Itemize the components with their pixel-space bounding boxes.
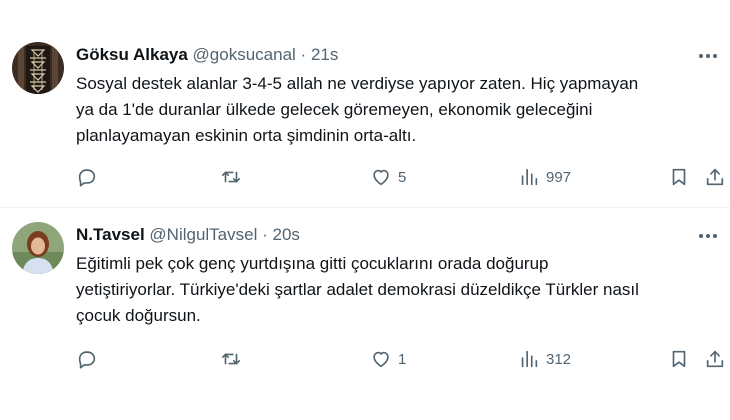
bookmark-button[interactable] [668,345,690,373]
reply-button[interactable] [76,163,98,191]
separator: · [300,45,307,64]
views-count: 312 [546,350,572,368]
tweet-actions: 5 997 [76,163,724,191]
reply-icon [78,351,96,369]
share-button[interactable] [704,163,726,191]
heart-icon [373,169,389,186]
more-icon[interactable] [694,46,722,66]
like-count: 5 [398,168,407,186]
timestamp[interactable]: 21s [311,45,338,64]
heart-icon [373,351,389,368]
views-icon [521,350,538,368]
tweet-actions: 1 312 [76,345,724,373]
bookmark-icon [672,350,686,368]
bookmark-icon [672,168,686,186]
tweet[interactable]: Göksu Alkaya @goksucanal · 21s Sosyal de… [0,0,730,208]
tweet-header: Göksu Alkaya @goksucanal · 21s [76,44,338,66]
tweet[interactable]: N.Tavsel @NilgulTavsel · 20s Eğitimli pe… [0,208,730,420]
share-button[interactable] [704,345,726,373]
tweet-text: Sosyal destek alanlar 3-4-5 allah ne ver… [76,74,639,145]
reply-button[interactable] [76,345,98,373]
tweet-header: N.Tavsel @NilgulTavsel · 20s [76,224,300,246]
views-button[interactable]: 312 [518,345,571,373]
like-button[interactable]: 5 [370,163,406,191]
bookmark-button[interactable] [668,163,690,191]
share-icon [706,168,724,186]
timestamp[interactable]: 20s [273,225,300,244]
avatar[interactable] [12,222,64,274]
share-icon [706,350,724,368]
reply-icon [78,169,96,187]
like-count: 1 [398,350,407,368]
more-icon[interactable] [694,226,722,246]
views-icon [521,168,538,186]
separator: · [262,225,268,244]
author-name[interactable]: N.Tavsel [76,225,145,244]
author-handle[interactable]: @NilgulTavsel [149,225,257,244]
avatar[interactable] [12,42,64,94]
retweet-icon [221,171,241,183]
views-count: 997 [546,168,572,186]
retweet-button[interactable] [220,345,242,373]
author-handle[interactable]: @goksucanal [193,45,296,64]
author-name[interactable]: Göksu Alkaya [76,45,188,64]
retweet-button[interactable] [220,163,242,191]
retweet-icon [221,353,241,365]
views-button[interactable]: 997 [518,163,571,191]
like-button[interactable]: 1 [370,345,406,373]
tweet-text: Eğitimli pek çok genç yurtdışına gitti ç… [76,254,639,325]
